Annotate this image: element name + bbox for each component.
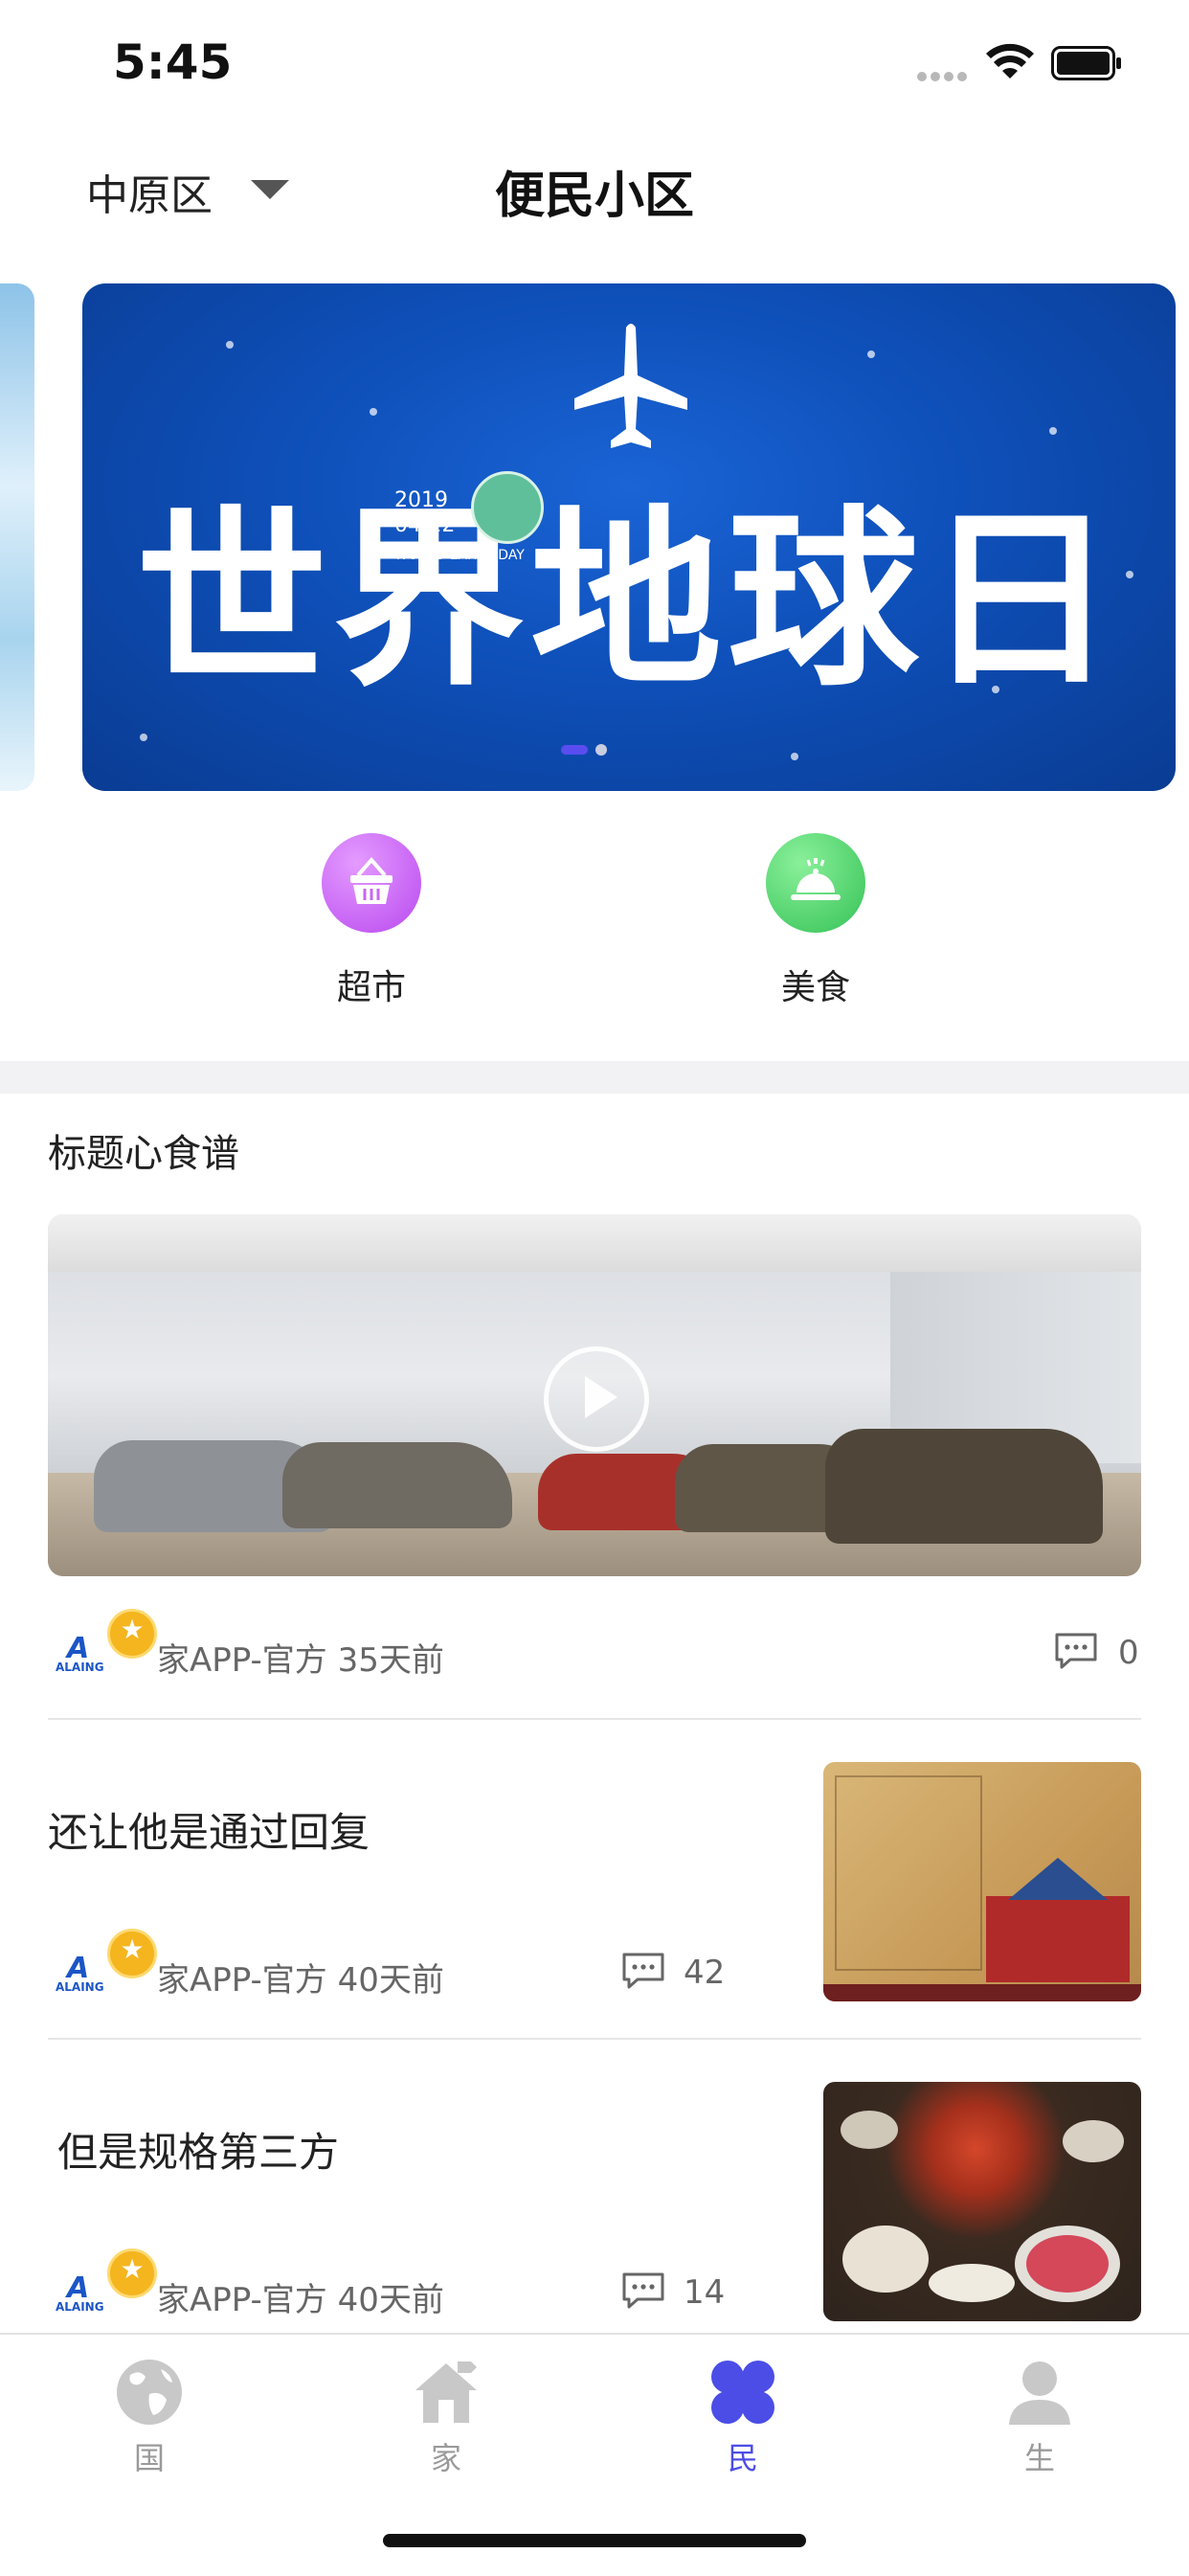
category-label: 超市: [336, 968, 406, 1007]
article-title[interactable]: 但是规格第三方: [57, 2120, 339, 2179]
tab-label: 民: [727, 2440, 758, 2476]
tab-label: 国: [133, 2440, 165, 2476]
comment-icon[interactable]: [620, 2271, 666, 2310]
page-title: 便民小区: [494, 168, 694, 225]
wifi-icon: [986, 43, 1034, 79]
earth-day-badge: 2019 04/22 WORLD EARTH DAY: [394, 471, 548, 586]
author-time: 家APP-官方 40天前: [157, 2281, 444, 2319]
badge-caption: WORLD EARTH DAY: [394, 548, 525, 563]
carousel-dot: [595, 743, 607, 756]
article-thumbnail[interactable]: [823, 2082, 1141, 2321]
verified-star-icon: [107, 1929, 157, 1978]
author-avatar[interactable]: A ALAING: [56, 1929, 157, 1998]
category-label: 美食: [780, 968, 850, 1007]
category-food[interactable]: 美食: [701, 833, 931, 1009]
author-time: 家APP-官方 35天前: [157, 1641, 444, 1680]
comment-count: 42: [684, 1954, 726, 1992]
category-supermarket[interactable]: 超市: [257, 833, 486, 1009]
house-icon: [415, 2361, 477, 2423]
carousel-indicator: [561, 739, 607, 757]
tab-country[interactable]: 国: [73, 2356, 226, 2478]
divider: [48, 1718, 1141, 1720]
badge-date: 04/22: [394, 513, 456, 537]
cloche-icon[interactable]: [766, 833, 865, 933]
banner-slide[interactable]: 世界地球日 2019 04/22 WORLD EARTH DAY: [82, 283, 1176, 791]
verified-star-icon: [107, 1609, 157, 1659]
basket-icon[interactable]: [322, 833, 421, 933]
battery-icon: [1051, 46, 1121, 80]
status-time: 5:45: [113, 34, 233, 90]
article-title[interactable]: 还让他是通过回复: [48, 1800, 370, 1859]
section-separator: [0, 1061, 1189, 1094]
cellular-signal-icon: [917, 67, 973, 81]
tab-label: 生: [1023, 2440, 1055, 2476]
home-indicator[interactable]: [383, 2534, 806, 2547]
badge-year: 2019: [394, 488, 448, 512]
earth-globe-icon: [471, 471, 544, 544]
comment-count: 14: [684, 2273, 726, 2312]
banner-previous-slide[interactable]: [0, 283, 34, 791]
author-avatar[interactable]: A ALAING: [56, 2248, 157, 2317]
carousel-dot-active: [561, 744, 588, 755]
tab-home[interactable]: 家: [370, 2356, 523, 2478]
play-button[interactable]: [544, 1346, 649, 1452]
comment-icon[interactable]: [1053, 1632, 1099, 1670]
video-thumbnail[interactable]: [48, 1214, 1141, 1576]
article-thumbnail[interactable]: [823, 1762, 1141, 2001]
comment-icon[interactable]: [620, 1952, 666, 1990]
tab-people[interactable]: 民: [666, 2356, 819, 2478]
globe-icon: [117, 2360, 182, 2425]
banner-headline: 世界地球日: [135, 487, 1122, 712]
author-avatar[interactable]: A ALAING: [56, 1609, 157, 1678]
section-title: 标题心食谱: [48, 1132, 239, 1176]
person-icon: [1009, 2361, 1070, 2425]
comment-count: 0: [1118, 1634, 1139, 1672]
clover-icon: [711, 2361, 774, 2424]
author-time: 家APP-官方 40天前: [157, 1961, 444, 2000]
tab-label: 家: [430, 2440, 461, 2476]
verified-star-icon: [107, 2248, 157, 2298]
tab-life[interactable]: 生: [963, 2356, 1116, 2478]
divider: [48, 2038, 1141, 2040]
